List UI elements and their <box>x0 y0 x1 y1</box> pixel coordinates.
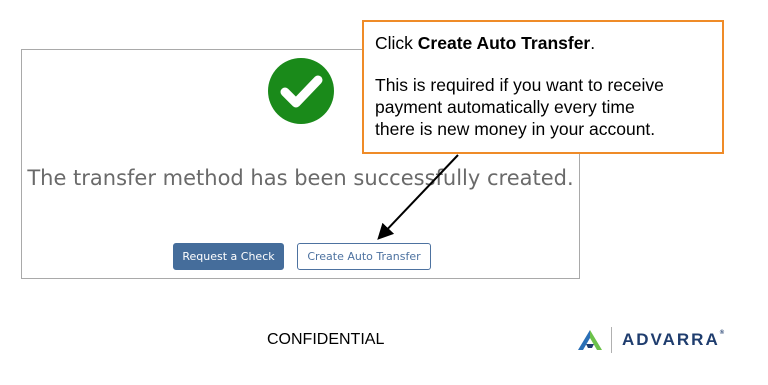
check-circle-icon <box>268 58 334 124</box>
callout-line-1: This is required if you want to receive <box>375 75 664 95</box>
callout-prefix: Click <box>375 33 418 53</box>
callout-suffix: . <box>590 33 596 53</box>
logo-divider <box>611 327 612 353</box>
request-check-button[interactable]: Request a Check <box>173 243 284 270</box>
logo-name: ADVARRA <box>622 330 720 349</box>
callout-line-3: there is new money in your account. <box>375 119 656 139</box>
success-message: The transfer method has been successfull… <box>27 166 574 190</box>
advarra-logo: ADVARRA® <box>577 325 724 355</box>
instruction-callout: Click Create Auto Transfer. This is requ… <box>362 20 724 154</box>
callout-bold-action: Create Auto Transfer <box>417 33 591 53</box>
advarra-mark-icon <box>578 330 602 350</box>
logo-text: ADVARRA® <box>622 330 724 350</box>
callout-instruction: Click Create Auto Transfer. <box>375 32 711 54</box>
confidential-label: CONFIDENTIAL <box>267 331 385 348</box>
create-auto-transfer-button[interactable]: Create Auto Transfer <box>297 243 431 270</box>
callout-line-2: payment automatically every time <box>375 97 635 117</box>
logo-trademark: ® <box>719 330 725 336</box>
